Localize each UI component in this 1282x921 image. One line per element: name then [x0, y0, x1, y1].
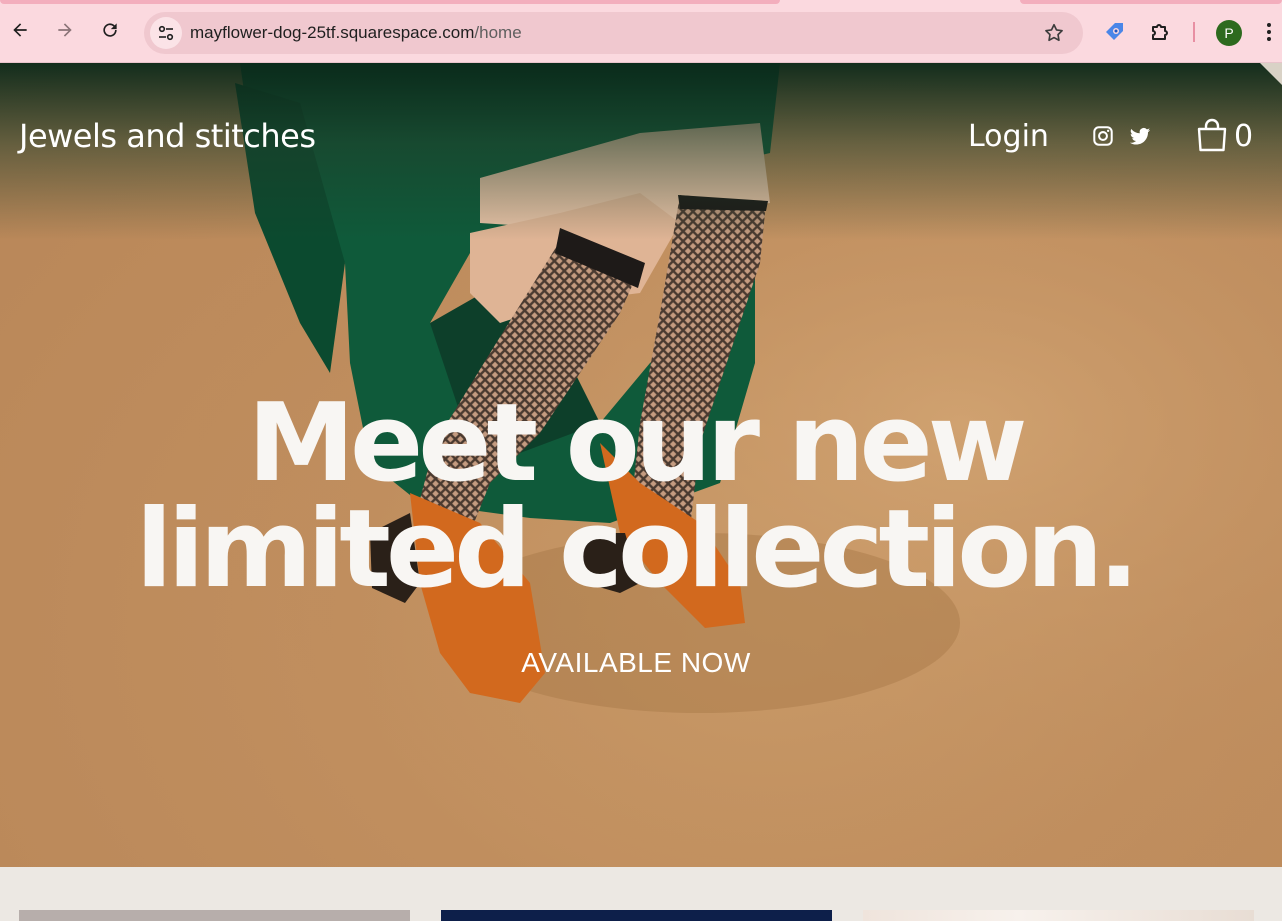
hero-section: Jewels and stitches Login 0 Meet our new…	[0, 63, 1282, 867]
login-link[interactable]: Login	[968, 119, 1049, 154]
reload-button[interactable]	[96, 16, 124, 44]
site-header: Jewels and stitches Login 0	[0, 63, 1282, 203]
instagram-icon[interactable]	[1092, 125, 1114, 147]
extensions-puzzle-icon[interactable]	[1148, 20, 1172, 44]
url-path: /home	[474, 23, 522, 42]
url-text[interactable]: mayflower-dog-25tf.squarespace.com/home	[190, 23, 522, 43]
hero-headline-line1: Meet our new	[247, 381, 1027, 506]
profile-avatar[interactable]: P	[1216, 20, 1242, 46]
tune-icon	[158, 25, 174, 41]
site-logo-text[interactable]: Jewels and stitches	[19, 117, 316, 155]
browser-toolbar: mayflower-dog-25tf.squarespace.com/home …	[0, 0, 1282, 63]
back-button[interactable]	[6, 16, 34, 44]
twitter-icon[interactable]	[1129, 125, 1151, 147]
extension-tag-icon[interactable]	[1103, 20, 1127, 44]
site-info-button[interactable]	[150, 17, 182, 49]
available-now-link[interactable]: AVAILABLE NOW	[0, 647, 1272, 679]
more-menu-icon[interactable]	[1263, 20, 1275, 44]
tab-strip-hint	[1020, 0, 1282, 4]
product-thumbnail[interactable]	[19, 910, 410, 921]
hero-headline-line2: limited collection.	[135, 487, 1140, 612]
bookmark-star-icon[interactable]	[1043, 22, 1065, 44]
arrow-right-icon	[58, 23, 72, 37]
hero-headline: Meet our new limited collection.	[0, 381, 1270, 612]
address-bar[interactable]: mayflower-dog-25tf.squarespace.com/home	[144, 12, 1083, 54]
product-thumbnail[interactable]	[441, 910, 832, 921]
arrow-left-icon	[13, 23, 27, 37]
tab-strip-hint	[0, 0, 780, 4]
cart-count[interactable]: 0	[1234, 119, 1253, 154]
toolbar-divider	[1193, 22, 1195, 42]
product-thumbnail[interactable]	[863, 910, 1254, 921]
reload-icon	[103, 23, 117, 37]
forward-button[interactable]	[51, 16, 79, 44]
shopping-bag-icon[interactable]	[1196, 118, 1228, 152]
url-host: mayflower-dog-25tf.squarespace.com	[190, 23, 475, 42]
